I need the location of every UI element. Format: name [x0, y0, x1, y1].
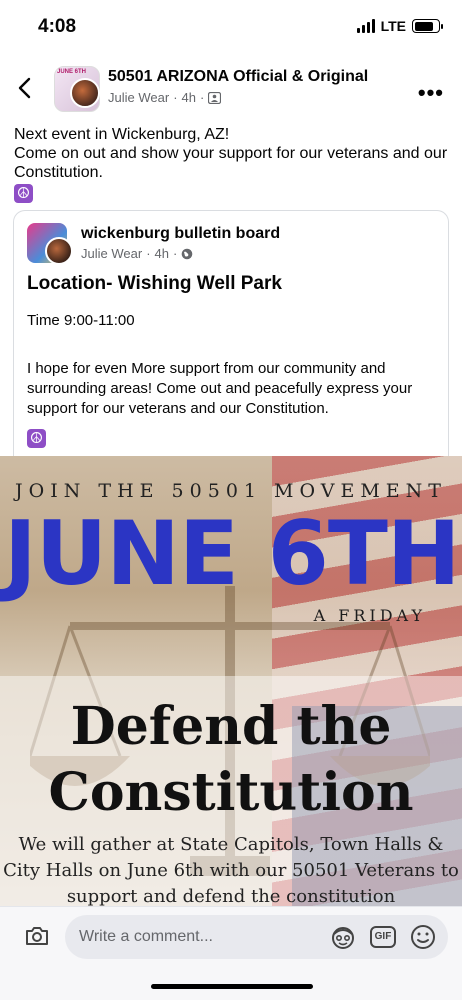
- post-text-line: Next event in Wickenburg, AZ!: [14, 126, 230, 143]
- flyer-day: A FRIDAY: [313, 606, 426, 625]
- globe-icon: [182, 248, 193, 259]
- shared-post-card[interactable]: wickenburg bulletin board Julie Wear · 4…: [13, 210, 449, 460]
- emoji-icon[interactable]: [410, 924, 436, 950]
- status-indicators: LTE: [356, 18, 443, 34]
- meta-separator-dot: ·: [173, 246, 178, 261]
- post-text: Next event in Wickenburg, AZ! Come on ou…: [14, 125, 454, 203]
- post-header: JUNE 6TH 50501 ARIZONA Official & Origin…: [0, 62, 462, 122]
- event-flyer-image[interactable]: JOIN THE 50501 MOVEMENT JUNE 6TH A FRIDA…: [0, 456, 462, 906]
- gif-icon[interactable]: GIF: [370, 926, 396, 948]
- shared-author-name[interactable]: Julie Wear: [81, 246, 142, 261]
- flyer-date: JUNE 6TH: [4, 502, 461, 605]
- page-name[interactable]: 50501 ARIZONA Official & Original: [108, 68, 368, 86]
- flyer-details: We will gather at State Capitols, Town H…: [3, 834, 459, 906]
- meta-separator-dot: ·: [173, 90, 178, 105]
- post-text-line: Come on out and show your support for ou…: [14, 145, 448, 181]
- author-name[interactable]: Julie Wear: [108, 90, 169, 105]
- signal-icon: [356, 19, 375, 33]
- meta-separator-dot: ·: [146, 246, 151, 261]
- author-avatar[interactable]: [70, 78, 100, 108]
- network-label: LTE: [380, 18, 406, 34]
- back-arrow-icon[interactable]: [14, 76, 38, 100]
- home-indicator[interactable]: [151, 984, 313, 989]
- event-time: Time 9:00-11:00: [27, 312, 135, 329]
- flyer-headline-line: Defend the: [70, 696, 392, 757]
- shared-post-meta: Julie Wear · 4h ·: [81, 246, 193, 261]
- flyer-join-text: JOIN THE 50501 MOVEMENT: [15, 480, 447, 502]
- flyer-headline-line: Constitution: [48, 762, 414, 823]
- group-audience-icon: [208, 91, 222, 104]
- camera-icon[interactable]: [24, 923, 50, 949]
- meta-separator-dot: ·: [200, 90, 205, 105]
- more-options-icon[interactable]: •••: [418, 80, 444, 106]
- flyer-headline: Defend the Constitution: [0, 694, 462, 826]
- post-age[interactable]: 4h: [182, 90, 196, 105]
- status-bar: 4:08 LTE: [0, 0, 462, 56]
- avatar-sticker-icon[interactable]: [330, 924, 356, 950]
- post-meta: Julie Wear · 4h ·: [108, 90, 222, 105]
- shared-post-body: I hope for even More support from our co…: [27, 360, 413, 417]
- peace-emoji-icon: ☮: [14, 184, 33, 203]
- battery-icon: [412, 19, 443, 33]
- peace-emoji-icon: ☮: [27, 429, 46, 448]
- shared-post-age[interactable]: 4h: [155, 246, 169, 261]
- shared-page-name[interactable]: wickenburg bulletin board: [81, 225, 280, 243]
- shared-author-avatar[interactable]: [45, 237, 73, 265]
- comment-input[interactable]: Write a comment... GIF: [65, 915, 448, 959]
- comment-placeholder: Write a comment...: [79, 928, 213, 945]
- status-time: 4:08: [38, 16, 77, 37]
- event-location: Location- Wishing Well Park: [27, 273, 282, 294]
